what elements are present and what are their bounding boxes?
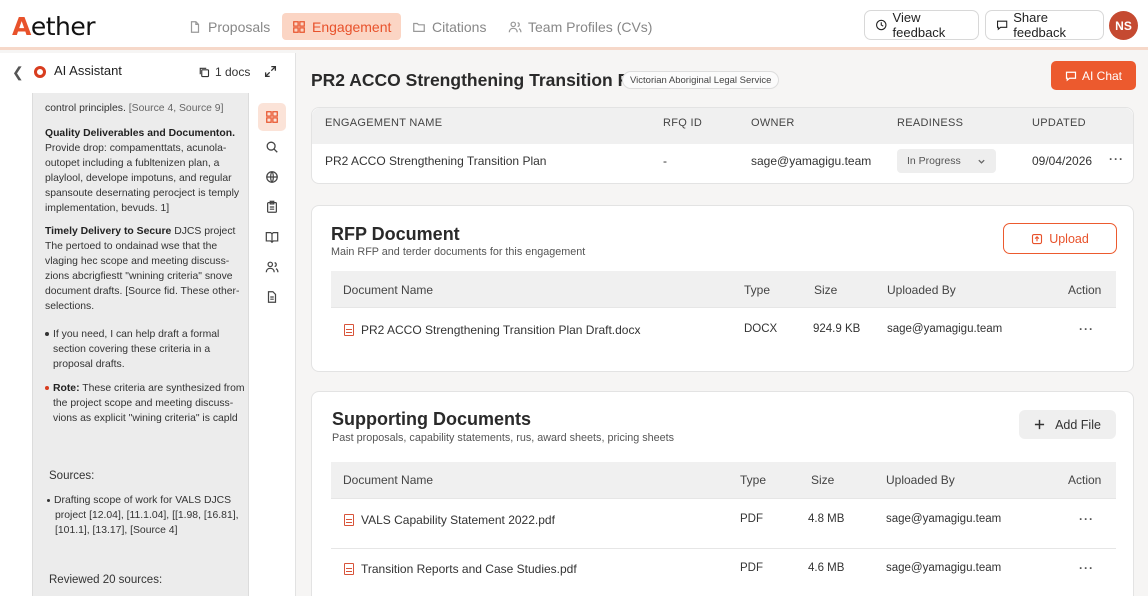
uploaded-by: sage@yamagigu.team (886, 562, 1002, 574)
view-feedback-button[interactable]: View feedback (864, 10, 979, 40)
column-header: OWNER (751, 117, 795, 129)
column-header: UPDATED (1032, 117, 1086, 129)
column-header: Document Name (343, 473, 434, 487)
uploaded-by: sage@yamagigu.team (886, 513, 1002, 525)
divider (331, 548, 1116, 549)
message-icon (1065, 71, 1077, 81)
add-file-button[interactable]: Add File (1019, 410, 1116, 439)
readiness-select[interactable]: In Progress (897, 149, 996, 173)
column-header: Uploaded By (886, 473, 955, 487)
assistant-status-icon (34, 66, 46, 78)
assistant-header: ❮ AI Assistant 1 docs (0, 53, 296, 93)
column-header: RFQ ID (663, 117, 703, 129)
grid-icon[interactable] (258, 103, 286, 131)
assistant-chat-area[interactable]: control principles. [Source 4, Source 9]… (32, 93, 249, 596)
column-header: READINESS (897, 117, 964, 129)
rfp-table-header (331, 271, 1116, 307)
rfp-title: RFP Document (331, 224, 460, 244)
message-icon (996, 20, 1008, 31)
document-name[interactable]: VALS Capability Statement 2022.pdf (344, 513, 555, 527)
top-navigation-bar: Aether Proposals Engagement Citations Te… (0, 0, 1148, 50)
tab-engagement[interactable]: Engagement (282, 13, 402, 40)
proposals-icon (190, 20, 200, 33)
book-icon[interactable] (258, 223, 286, 251)
column-header: Uploaded By (887, 283, 956, 297)
document-name[interactable]: Transition Reports and Case Studies.pdf (344, 562, 577, 576)
copy-icon (199, 67, 210, 78)
help-bullet: If you need, I can help draft a formal s… (45, 327, 245, 372)
docs-count-button[interactable]: 1 docs (198, 65, 250, 79)
column-header: Action (1068, 473, 1102, 487)
document-type: PDF (740, 562, 763, 574)
note-bullet: Rote: These criteria are synthesized fro… (45, 381, 245, 426)
document-size: 4.8 MB (808, 513, 845, 525)
team-icon[interactable] (258, 253, 286, 281)
sources-label: Sources: (49, 470, 95, 482)
supporting-title: Supporting Documents (332, 409, 531, 429)
column-header: Size (811, 473, 835, 487)
ai-assistant-panel: ❮ AI Assistant 1 docs control principles… (0, 53, 296, 596)
updated-date: 09/04/2026 (1032, 154, 1093, 168)
app-logo[interactable]: Aether (12, 12, 96, 41)
upload-icon (1032, 233, 1043, 244)
owner-email: sage@yamagigu.team (751, 154, 872, 168)
plus-icon (1034, 419, 1045, 430)
supporting-table-header (331, 462, 1116, 498)
divider (331, 498, 1116, 499)
quality-section: Quality Deliverables and Documenton. Pro… (45, 128, 240, 214)
rfp-subtitle: Main RFP and terder documents for this e… (331, 246, 586, 258)
back-chevron-icon[interactable]: ❮ (12, 64, 24, 81)
assistant-tool-rail (258, 103, 286, 313)
search-icon[interactable] (258, 133, 286, 161)
column-header: Document Name (343, 283, 434, 297)
page-title: PR2 ACCO Strengthening Transition Plan (311, 70, 655, 90)
document-type: PDF (740, 513, 763, 525)
grid-icon (293, 20, 305, 33)
tab-team-profiles[interactable]: Team Profiles (CVs) (498, 13, 662, 40)
share-feedback-button[interactable]: Share feedback (985, 10, 1104, 40)
row-menu-button[interactable]: ··· (1109, 152, 1124, 166)
reviewed-sources[interactable]: Reviewed 20 sources: (49, 573, 248, 588)
file-icon (344, 563, 354, 575)
folder-icon (413, 22, 425, 32)
chat-line: control principles. [Source 4, Source 9] (45, 103, 224, 114)
row-menu-button[interactable]: ··· (1079, 512, 1094, 526)
row-menu-button[interactable]: ··· (1079, 322, 1094, 336)
tab-citations[interactable]: Citations (402, 13, 496, 40)
clipboard-icon[interactable] (258, 193, 286, 221)
column-header: Size (814, 283, 838, 297)
engagement-name[interactable]: PR2 ACCO Strengthening Transition Plan (325, 154, 546, 168)
history-icon (876, 19, 887, 31)
organization-tag: Victorian Aboriginal Legal Service (622, 71, 780, 89)
chevron-down-icon (978, 159, 985, 164)
row-menu-button[interactable]: ··· (1079, 561, 1094, 575)
user-avatar[interactable]: NS (1109, 11, 1138, 40)
supporting-subtitle: Past proposals, capability statements, r… (332, 432, 675, 444)
document-size: 4.6 MB (808, 562, 845, 574)
file-icon (344, 514, 354, 526)
column-header: Action (1068, 283, 1102, 297)
source-item[interactable]: Drafting scope of work for VALS DJCS pro… (47, 493, 247, 538)
uploaded-by: sage@yamagigu.team (887, 323, 1003, 335)
document-icon[interactable] (258, 283, 286, 311)
globe-icon[interactable] (258, 163, 286, 191)
document-type: DOCX (744, 323, 778, 335)
users-icon (508, 21, 522, 32)
column-header: Type (744, 283, 771, 297)
ai-chat-button[interactable]: AI Chat (1051, 61, 1136, 90)
upload-button[interactable]: Upload (1003, 223, 1117, 254)
tab-proposals[interactable]: Proposals (178, 13, 280, 40)
divider (331, 307, 1116, 308)
column-header: ENGAGEMENT NAME (325, 117, 443, 129)
column-header: Type (740, 473, 767, 487)
expand-icon[interactable] (264, 65, 277, 81)
document-size: 924.9 KB (813, 323, 861, 335)
timely-section: Timely Delivery to Secure DJCS project T… (45, 226, 240, 312)
rfq-id: - (663, 154, 667, 168)
file-icon (344, 324, 354, 336)
document-name[interactable]: PR2 ACCO Strengthening Transition Plan D… (344, 323, 640, 337)
assistant-title: AI Assistant (54, 63, 122, 78)
